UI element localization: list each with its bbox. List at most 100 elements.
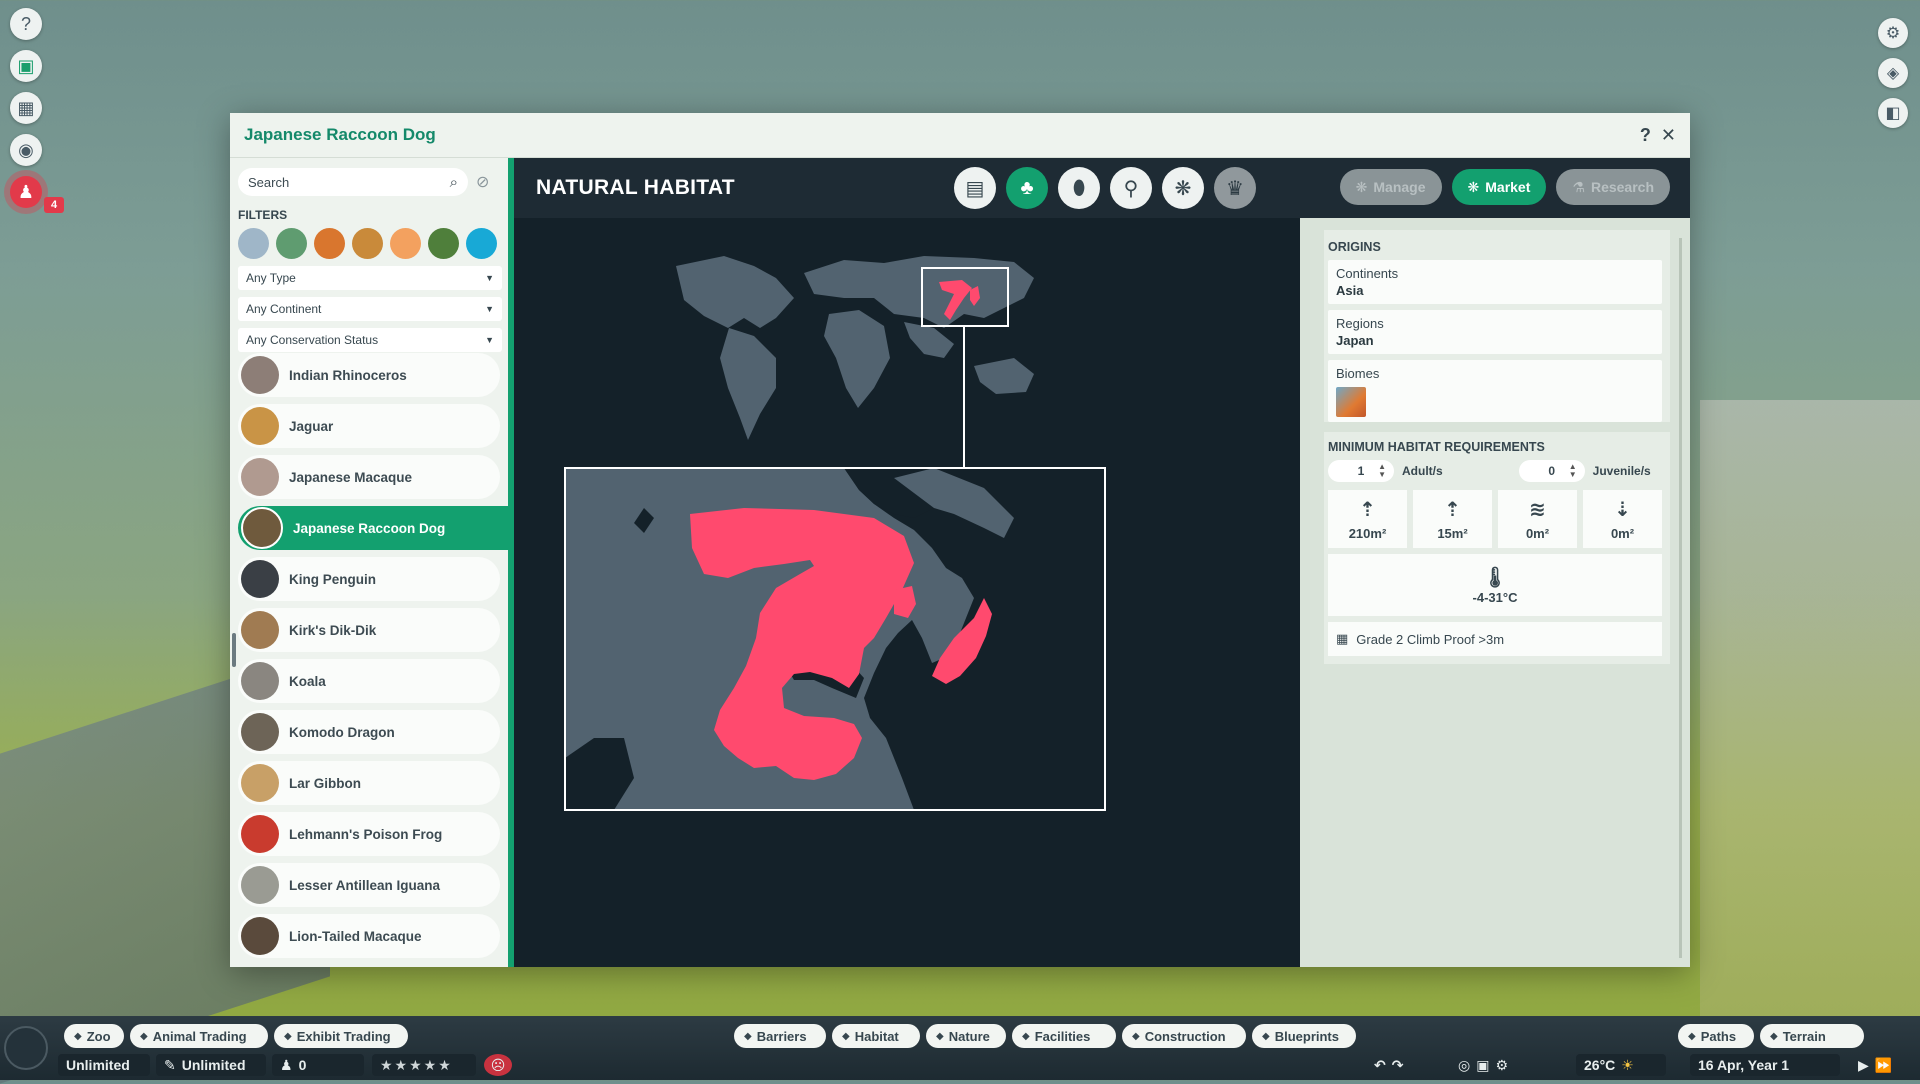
settings-icon[interactable]: ⚙ — [1878, 18, 1908, 48]
continent-dropdown[interactable]: Any Continent ▼ — [238, 297, 502, 321]
conservation-dropdown[interactable]: Any Conservation Status ▼ — [238, 328, 502, 352]
view-modes[interactable]: ◎ ▣ ⚙ — [1450, 1054, 1536, 1076]
money-value: Unlimited — [66, 1057, 130, 1073]
paths-icon: ◆ — [1688, 1030, 1696, 1042]
bottom-tab-zoo[interactable]: ◆ Zoo — [64, 1024, 124, 1048]
bottom-tab-facilities[interactable]: ◆ Facilities — [1012, 1024, 1116, 1048]
bottom-tab-exhibit-trading[interactable]: ◆ Exhibit Trading — [274, 1024, 408, 1048]
undo-redo[interactable]: ↶ ↷ — [1366, 1054, 1426, 1076]
help-icon[interactable]: ? — [10, 8, 42, 40]
habitat-map — [514, 218, 1300, 967]
search-icon[interactable]: ⌕ — [450, 174, 458, 191]
alert-icon[interactable]: ♟ — [10, 176, 42, 208]
list-item[interactable]: Lesser Antillean Iguana — [238, 863, 500, 907]
group-size-row: 1 ▲ ▼ Adult/s 0 ▲ ▼ Juvenile/s — [1328, 460, 1662, 482]
list-item[interactable]: Koala — [238, 659, 500, 703]
bottom-tab-nature[interactable]: ◆ Nature — [926, 1024, 1006, 1048]
bottom-tab-blueprints[interactable]: ◆ Blueprints — [1252, 1024, 1356, 1048]
view-icon[interactable]: ◉ — [10, 134, 42, 166]
type-dropdown[interactable]: Any Type ▼ — [238, 266, 502, 290]
stepper-arrows-icon[interactable]: ▲ ▼ — [1378, 463, 1386, 479]
tab-overview-clipboard-icon[interactable]: ▤ — [954, 167, 996, 209]
land-area-icon: ⇡ — [1359, 499, 1376, 521]
clear-filter-icon[interactable]: ⊘ — [476, 172, 489, 192]
bottom-tab-terrain[interactable]: ◆ Terrain — [1760, 1024, 1864, 1048]
undo-icon[interactable]: ↶ — [1374, 1057, 1386, 1074]
regions-value: Japan — [1336, 333, 1374, 348]
animal-name: Lehmann's Poison Frog — [289, 826, 443, 842]
tab-trophy-icon[interactable]: ♛ — [1214, 167, 1256, 209]
market-label: Market — [1485, 179, 1531, 195]
bottom-tab-barriers[interactable]: ◆ Barriers — [734, 1024, 826, 1048]
list-item[interactable]: Lion-Tailed Macaque — [238, 914, 500, 958]
bottom-tab-label: Exhibit Trading — [296, 1028, 391, 1044]
land-area-value: 210m² — [1348, 526, 1387, 541]
animal-name: Lesser Antillean Iguana — [289, 877, 441, 893]
photo-mode-icon[interactable]: ◧ — [1878, 98, 1908, 128]
continents-row: Continents Asia — [1328, 260, 1662, 304]
juveniles-stepper[interactable]: 0 ▲ ▼ — [1518, 460, 1585, 482]
research-button[interactable]: ⚗ Research — [1556, 169, 1670, 205]
help-button[interactable]: ? — [1640, 125, 1651, 146]
list-item[interactable]: Lar Gibbon — [238, 761, 500, 805]
temperature-value: -4-31°C — [1472, 590, 1518, 605]
redo-icon[interactable]: ↷ — [1392, 1057, 1404, 1074]
list-item[interactable]: Indian Rhinoceros — [238, 353, 500, 397]
weather-temperature: 26°C — [1584, 1057, 1616, 1073]
animal-name: Jaguar — [289, 418, 334, 434]
bottom-tab-paths[interactable]: ◆ Paths — [1678, 1024, 1754, 1048]
bottom-tab-construction[interactable]: ◆ Construction — [1122, 1024, 1246, 1048]
biome-filter-4-icon[interactable] — [390, 228, 421, 259]
juveniles-value: 0 — [1548, 464, 1556, 478]
zoo-book-icon[interactable]: ▣ — [10, 50, 42, 82]
biome-filter-0-icon[interactable] — [238, 228, 269, 259]
list-item[interactable]: Komodo Dragon — [238, 710, 500, 754]
biome-filter-6-icon[interactable] — [466, 228, 497, 259]
list-item[interactable]: Lehmann's Poison Frog — [238, 812, 500, 856]
tab-paw-icon[interactable]: ❋ — [1162, 167, 1204, 209]
screen-icon[interactable]: ▣ — [1476, 1057, 1489, 1074]
list-scrollbar[interactable] — [232, 633, 236, 667]
biome-filter-2-icon[interactable] — [314, 228, 345, 259]
animal-name: Koala — [289, 673, 326, 689]
weather-display: 26°C ☀ — [1576, 1054, 1666, 1076]
tab-enrichment-icon[interactable]: ⚲ — [1110, 167, 1152, 209]
adults-stepper[interactable]: 1 ▲ ▼ — [1328, 460, 1394, 482]
list-item[interactable]: Jaguar — [238, 404, 500, 448]
animal-name: Kirk's Dik-Dik — [289, 622, 377, 638]
mood-icon[interactable]: ☹ — [484, 1054, 512, 1076]
gear-icon[interactable]: ⚙ — [1495, 1057, 1508, 1074]
speed-controls[interactable]: ▶ ⏩ — [1850, 1054, 1912, 1076]
juveniles-label: Juvenile/s — [1592, 464, 1651, 478]
search-input[interactable]: Search ⌕ — [238, 168, 468, 196]
nature-icon: ◆ — [936, 1030, 944, 1042]
calendar-icon[interactable]: ▦ — [10, 92, 42, 124]
market-button[interactable]: ❋ Market — [1451, 169, 1547, 205]
tab-habitat-icon[interactable]: ♣ — [1006, 167, 1048, 209]
overlay-icon[interactable]: ◈ — [1878, 58, 1908, 88]
zoopedia-window: Japanese Raccoon Dog ? ✕ Search ⌕ ⊘ FILT… — [230, 113, 1690, 967]
manage-button[interactable]: ❋ Manage — [1339, 169, 1442, 205]
biome-filter-3-icon[interactable] — [352, 228, 383, 259]
close-button[interactable]: ✕ — [1661, 125, 1676, 146]
list-item[interactable]: Japanese Raccoon Dog — [238, 506, 510, 550]
biome-filter-1-icon[interactable] — [276, 228, 307, 259]
research-icon: ✎ — [164, 1056, 176, 1073]
list-item[interactable]: King Penguin — [238, 557, 500, 601]
fast-forward-icon[interactable]: ⏩ — [1875, 1057, 1892, 1074]
paw-icon: ❋ — [1355, 178, 1368, 195]
adults-label: Adult/s — [1402, 464, 1443, 478]
list-item[interactable]: Kirk's Dik-Dik — [238, 608, 500, 652]
barriers-icon: ◆ — [744, 1030, 752, 1042]
list-item[interactable]: Japanese Macaque — [238, 455, 500, 499]
bottom-tab-label: Barriers — [756, 1028, 807, 1044]
tab-water-drop-icon[interactable]: ⬮ — [1058, 167, 1100, 209]
camera-icon[interactable]: ◎ — [1458, 1057, 1470, 1074]
biome-filter-5-icon[interactable] — [428, 228, 459, 259]
bottom-tab-animal-trading[interactable]: ◆ Animal Trading — [130, 1024, 268, 1048]
type-dropdown-value: Any Type — [246, 271, 296, 285]
play-icon[interactable]: ▶ — [1858, 1057, 1869, 1074]
stepper-arrows-icon[interactable]: ▲ ▼ — [1569, 463, 1577, 479]
bottom-tab-habitat[interactable]: ◆ Habitat — [832, 1024, 920, 1048]
info-scrollbar[interactable] — [1679, 238, 1682, 958]
